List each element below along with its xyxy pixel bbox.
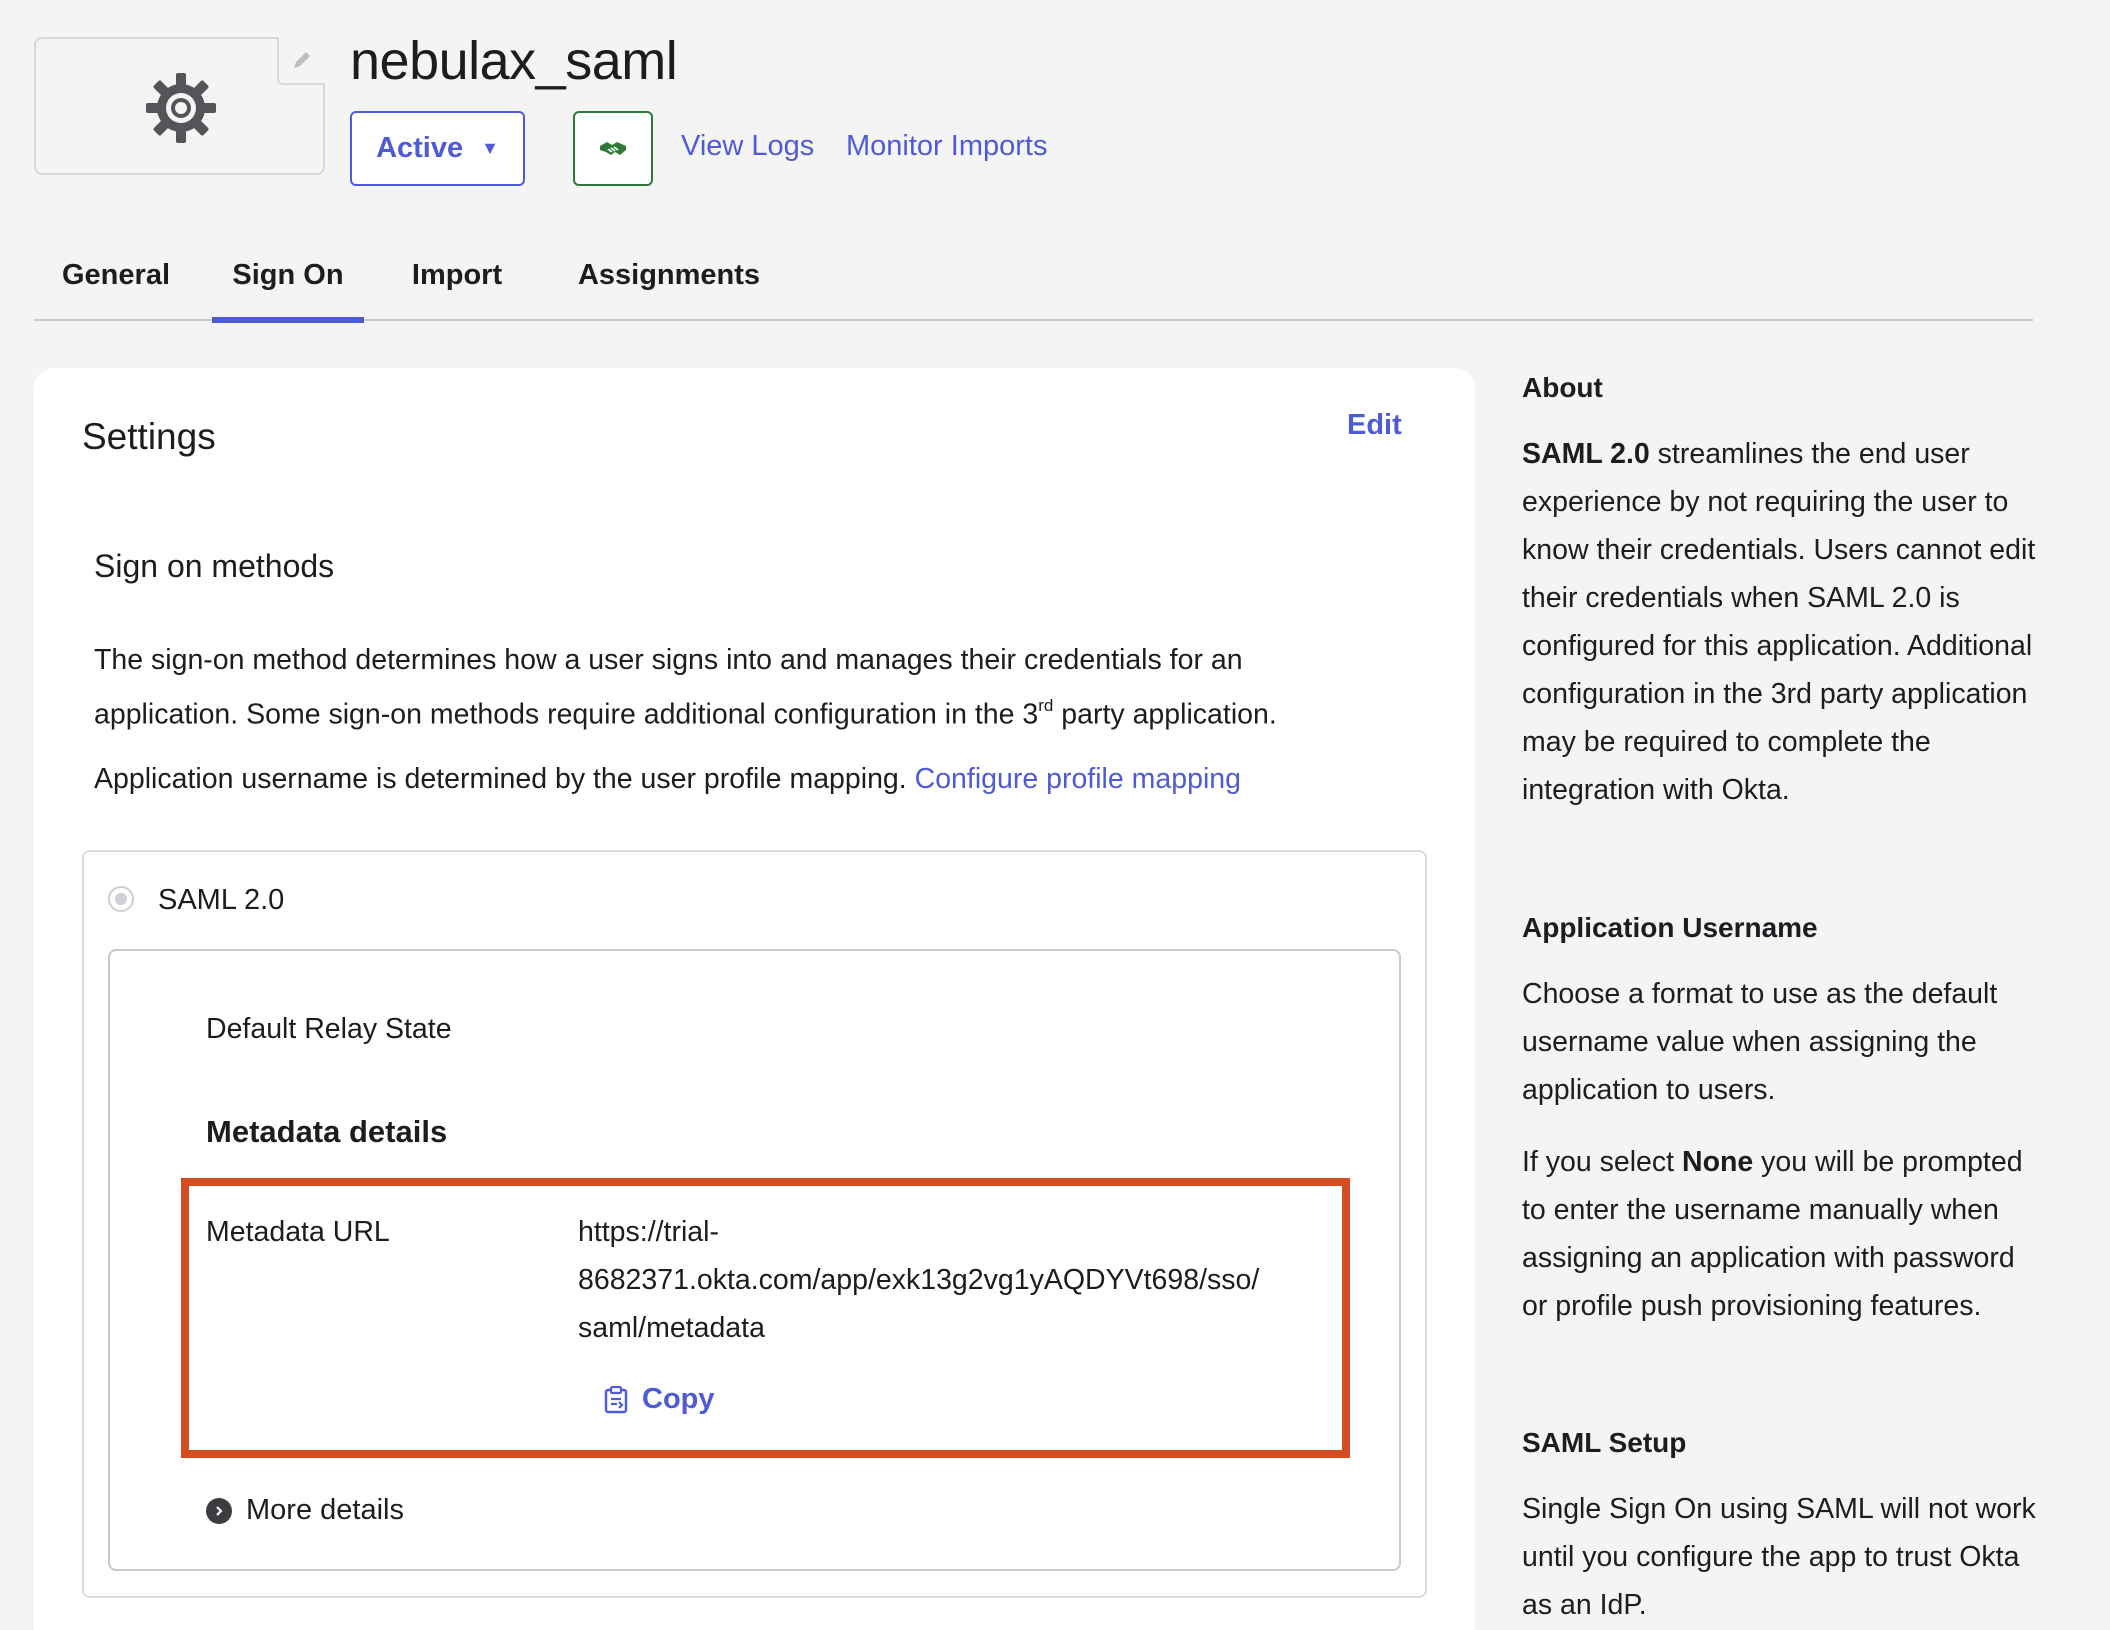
sign-on-methods-title: Sign on methods	[94, 548, 335, 584]
tab-general[interactable]: General	[58, 255, 174, 321]
more-details-label: More details	[246, 1494, 404, 1526]
app-title: nebulax_saml	[350, 31, 678, 91]
application-username-title: Application Username	[1522, 912, 1818, 943]
monitor-imports-link[interactable]: Monitor Imports	[846, 130, 1047, 163]
username-mapping-text: Application username is determined by th…	[94, 763, 1241, 795]
clipboard-icon	[604, 1385, 628, 1413]
saml-setup-title: SAML Setup	[1522, 1427, 1687, 1458]
caret-down-icon: ▼	[481, 138, 499, 158]
tab-bar: General Sign On Import Assignments	[34, 255, 2033, 323]
handshake-icon	[600, 141, 626, 155]
edit-logo-button[interactable]	[277, 37, 325, 85]
chevron-right-icon	[206, 1497, 232, 1524]
configure-profile-mapping-link[interactable]: Configure profile mapping	[915, 763, 1241, 795]
view-logs-link[interactable]: View Logs	[681, 130, 814, 163]
none-option-text: If you select None you will be prompted …	[1522, 1146, 2023, 1322]
settings-title: Settings	[82, 416, 216, 457]
tab-assignments[interactable]: Assignments	[574, 255, 764, 321]
edit-button[interactable]: Edit	[1347, 409, 1402, 442]
metadata-url-value: https://trial- 8682371.okta.com/app/exk1…	[578, 1216, 1260, 1344]
copy-label: Copy	[642, 1383, 715, 1415]
relay-state-label: Default Relay State	[206, 1013, 452, 1045]
metadata-url-label: Metadata URL	[206, 1216, 390, 1248]
saml-setup-text: Single Sign On using SAML will not work …	[1522, 1493, 2036, 1621]
application-username-text: Choose a format to use as the default us…	[1522, 978, 1998, 1106]
status-label: Active	[376, 132, 464, 164]
tab-sign-on[interactable]: Sign On	[212, 255, 364, 323]
saml-radio[interactable]	[108, 886, 134, 912]
tab-import[interactable]: Import	[407, 255, 507, 321]
gear-icon	[146, 73, 216, 143]
saml-method-label: SAML 2.0	[158, 884, 285, 916]
more-details-toggle[interactable]: More details	[206, 1494, 404, 1527]
metadata-details-title: Metadata details	[206, 1114, 448, 1149]
sign-on-description: The sign-on method determines how a user…	[94, 644, 1277, 731]
pencil-icon	[294, 52, 310, 68]
push-groups-button[interactable]	[573, 111, 653, 186]
status-dropdown[interactable]: Active ▼	[350, 111, 525, 186]
about-title: About	[1522, 372, 1603, 403]
copy-button[interactable]: Copy	[604, 1383, 715, 1416]
about-text: SAML 2.0 streamlines the end user experi…	[1522, 438, 2036, 806]
